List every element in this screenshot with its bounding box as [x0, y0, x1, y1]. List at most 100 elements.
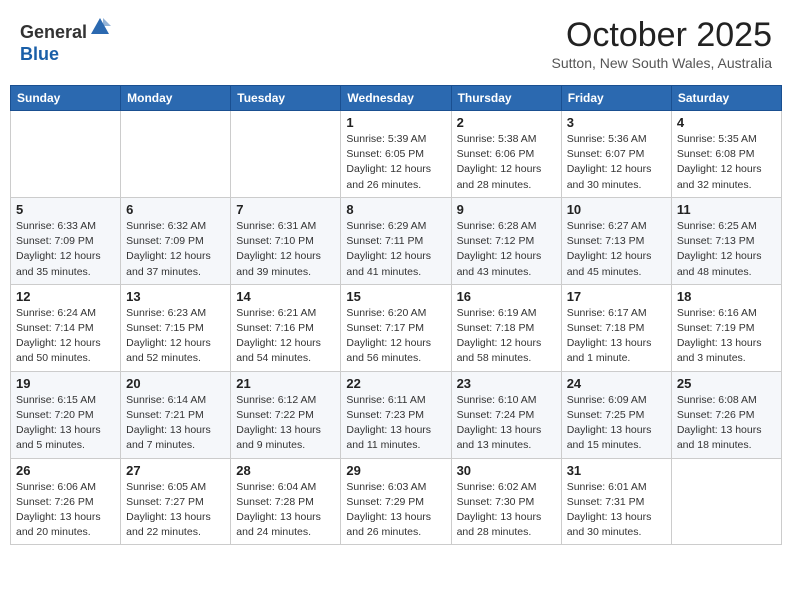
calendar-cell: 23 Sunrise: 6:10 AM Sunset: 7:24 PM Dayli… [451, 371, 561, 458]
calendar-cell: 19Sunrise: 6:15 AM Sunset: 7:20 PM Dayli… [11, 371, 121, 458]
day-number: 23 [457, 376, 556, 391]
day-info: Sunrise: 6:12 AM Sunset: 7:22 PM Dayligh… [236, 393, 335, 454]
day-info: Sunrise: 6:03 AM Sunset: 7:29 PM Dayligh… [346, 480, 445, 541]
day-number: 22 [346, 376, 445, 391]
day-number: 2 [457, 115, 556, 130]
calendar-cell: 20 Sunrise: 6:14 AM Sunset: 7:21 PM Dayli… [121, 371, 231, 458]
day-number: 14 [236, 289, 335, 304]
day-info: Sunrise: 6:14 AM Sunset: 7:21 PM Dayligh… [126, 393, 225, 454]
day-number: 31 [567, 463, 666, 478]
calendar-header-wednesday: Wednesday [341, 86, 451, 111]
day-info: Sunrise: 6:16 AM Sunset: 7:19 PM Dayligh… [677, 306, 776, 367]
day-number: 16 [457, 289, 556, 304]
calendar-week-row: 5 Sunrise: 6:33 AM Sunset: 7:09 PM Daylig… [11, 197, 782, 284]
calendar: SundayMondayTuesdayWednesdayThursdayFrid… [10, 85, 782, 545]
day-info: Sunrise: 6:15 AM Sunset: 7:20 PM Dayligh… [16, 393, 115, 454]
day-info: Sunrise: 6:10 AM Sunset: 7:24 PM Dayligh… [457, 393, 556, 454]
day-number: 10 [567, 202, 666, 217]
logo-icon [89, 16, 111, 38]
day-number: 20 [126, 376, 225, 391]
calendar-cell: 14 Sunrise: 6:21 AM Sunset: 7:16 PM Dayli… [231, 284, 341, 371]
day-info: Sunrise: 6:27 AM Sunset: 7:13 PM Dayligh… [567, 219, 666, 280]
day-number: 25 [677, 376, 776, 391]
page-header: General Blue October 2025 Sutton, New So… [10, 10, 782, 77]
day-info: Sunrise: 6:01 AM Sunset: 7:31 PM Dayligh… [567, 480, 666, 541]
calendar-cell: 26Sunrise: 6:06 AM Sunset: 7:26 PM Dayli… [11, 458, 121, 545]
calendar-cell: 3Sunrise: 5:36 AM Sunset: 6:07 PM Daylig… [561, 111, 671, 198]
logo-blue: Blue [20, 44, 59, 64]
day-number: 6 [126, 202, 225, 217]
calendar-header-friday: Friday [561, 86, 671, 111]
day-number: 1 [346, 115, 445, 130]
calendar-cell: 31 Sunrise: 6:01 AM Sunset: 7:31 PM Dayli… [561, 458, 671, 545]
logo-general: General [20, 22, 87, 42]
calendar-header-saturday: Saturday [671, 86, 781, 111]
calendar-cell: 27 Sunrise: 6:05 AM Sunset: 7:27 PM Dayli… [121, 458, 231, 545]
day-info: Sunrise: 6:32 AM Sunset: 7:09 PM Dayligh… [126, 219, 225, 280]
calendar-cell: 18Sunrise: 6:16 AM Sunset: 7:19 PM Dayli… [671, 284, 781, 371]
calendar-cell: 10 Sunrise: 6:27 AM Sunset: 7:13 PM Dayli… [561, 197, 671, 284]
day-info: Sunrise: 5:39 AM Sunset: 6:05 PM Dayligh… [346, 132, 445, 193]
calendar-cell: 16 Sunrise: 6:19 AM Sunset: 7:18 PM Dayli… [451, 284, 561, 371]
day-info: Sunrise: 6:33 AM Sunset: 7:09 PM Dayligh… [16, 219, 115, 280]
calendar-cell: 8Sunrise: 6:29 AM Sunset: 7:11 PM Daylig… [341, 197, 451, 284]
day-info: Sunrise: 6:21 AM Sunset: 7:16 PM Dayligh… [236, 306, 335, 367]
day-info: Sunrise: 6:31 AM Sunset: 7:10 PM Dayligh… [236, 219, 335, 280]
calendar-week-row: 19Sunrise: 6:15 AM Sunset: 7:20 PM Dayli… [11, 371, 782, 458]
day-info: Sunrise: 6:25 AM Sunset: 7:13 PM Dayligh… [677, 219, 776, 280]
calendar-cell [671, 458, 781, 545]
calendar-cell: 1 Sunrise: 5:39 AM Sunset: 6:05 PM Daylig… [341, 111, 451, 198]
calendar-cell: 5 Sunrise: 6:33 AM Sunset: 7:09 PM Daylig… [11, 197, 121, 284]
location: Sutton, New South Wales, Australia [552, 55, 772, 71]
day-info: Sunrise: 6:19 AM Sunset: 7:18 PM Dayligh… [457, 306, 556, 367]
day-info: Sunrise: 6:08 AM Sunset: 7:26 PM Dayligh… [677, 393, 776, 454]
day-info: Sunrise: 6:28 AM Sunset: 7:12 PM Dayligh… [457, 219, 556, 280]
day-info: Sunrise: 6:20 AM Sunset: 7:17 PM Dayligh… [346, 306, 445, 367]
calendar-cell: 6 Sunrise: 6:32 AM Sunset: 7:09 PM Daylig… [121, 197, 231, 284]
day-info: Sunrise: 6:17 AM Sunset: 7:18 PM Dayligh… [567, 306, 666, 367]
day-number: 3 [567, 115, 666, 130]
day-number: 4 [677, 115, 776, 130]
day-number: 29 [346, 463, 445, 478]
day-info: Sunrise: 6:02 AM Sunset: 7:30 PM Dayligh… [457, 480, 556, 541]
calendar-cell: 29 Sunrise: 6:03 AM Sunset: 7:29 PM Dayli… [341, 458, 451, 545]
day-number: 24 [567, 376, 666, 391]
calendar-week-row: 26Sunrise: 6:06 AM Sunset: 7:26 PM Dayli… [11, 458, 782, 545]
day-number: 27 [126, 463, 225, 478]
day-info: Sunrise: 6:04 AM Sunset: 7:28 PM Dayligh… [236, 480, 335, 541]
day-number: 9 [457, 202, 556, 217]
calendar-cell: 11Sunrise: 6:25 AM Sunset: 7:13 PM Dayli… [671, 197, 781, 284]
day-info: Sunrise: 6:05 AM Sunset: 7:27 PM Dayligh… [126, 480, 225, 541]
calendar-header-thursday: Thursday [451, 86, 561, 111]
calendar-cell [121, 111, 231, 198]
day-info: Sunrise: 5:38 AM Sunset: 6:06 PM Dayligh… [457, 132, 556, 193]
calendar-cell: 7 Sunrise: 6:31 AM Sunset: 7:10 PM Daylig… [231, 197, 341, 284]
day-info: Sunrise: 6:11 AM Sunset: 7:23 PM Dayligh… [346, 393, 445, 454]
calendar-header-sunday: Sunday [11, 86, 121, 111]
calendar-week-row: 1 Sunrise: 5:39 AM Sunset: 6:05 PM Daylig… [11, 111, 782, 198]
day-info: Sunrise: 6:23 AM Sunset: 7:15 PM Dayligh… [126, 306, 225, 367]
calendar-header-tuesday: Tuesday [231, 86, 341, 111]
month-title: October 2025 [552, 16, 772, 55]
day-info: Sunrise: 6:24 AM Sunset: 7:14 PM Dayligh… [16, 306, 115, 367]
calendar-cell: 21Sunrise: 6:12 AM Sunset: 7:22 PM Dayli… [231, 371, 341, 458]
calendar-cell [231, 111, 341, 198]
day-number: 13 [126, 289, 225, 304]
day-number: 5 [16, 202, 115, 217]
day-number: 17 [567, 289, 666, 304]
calendar-cell: 12Sunrise: 6:24 AM Sunset: 7:14 PM Dayli… [11, 284, 121, 371]
day-number: 7 [236, 202, 335, 217]
calendar-cell: 13 Sunrise: 6:23 AM Sunset: 7:15 PM Dayli… [121, 284, 231, 371]
calendar-cell: 28Sunrise: 6:04 AM Sunset: 7:28 PM Dayli… [231, 458, 341, 545]
calendar-cell: 4Sunrise: 5:35 AM Sunset: 6:08 PM Daylig… [671, 111, 781, 198]
day-info: Sunrise: 6:06 AM Sunset: 7:26 PM Dayligh… [16, 480, 115, 541]
calendar-cell: 9 Sunrise: 6:28 AM Sunset: 7:12 PM Daylig… [451, 197, 561, 284]
calendar-header-row: SundayMondayTuesdayWednesdayThursdayFrid… [11, 86, 782, 111]
calendar-header-monday: Monday [121, 86, 231, 111]
calendar-cell: 2 Sunrise: 5:38 AM Sunset: 6:06 PM Daylig… [451, 111, 561, 198]
logo: General Blue [20, 16, 111, 65]
calendar-cell: 17 Sunrise: 6:17 AM Sunset: 7:18 PM Dayli… [561, 284, 671, 371]
calendar-cell: 15Sunrise: 6:20 AM Sunset: 7:17 PM Dayli… [341, 284, 451, 371]
calendar-cell: 25 Sunrise: 6:08 AM Sunset: 7:26 PM Dayli… [671, 371, 781, 458]
calendar-week-row: 12Sunrise: 6:24 AM Sunset: 7:14 PM Dayli… [11, 284, 782, 371]
